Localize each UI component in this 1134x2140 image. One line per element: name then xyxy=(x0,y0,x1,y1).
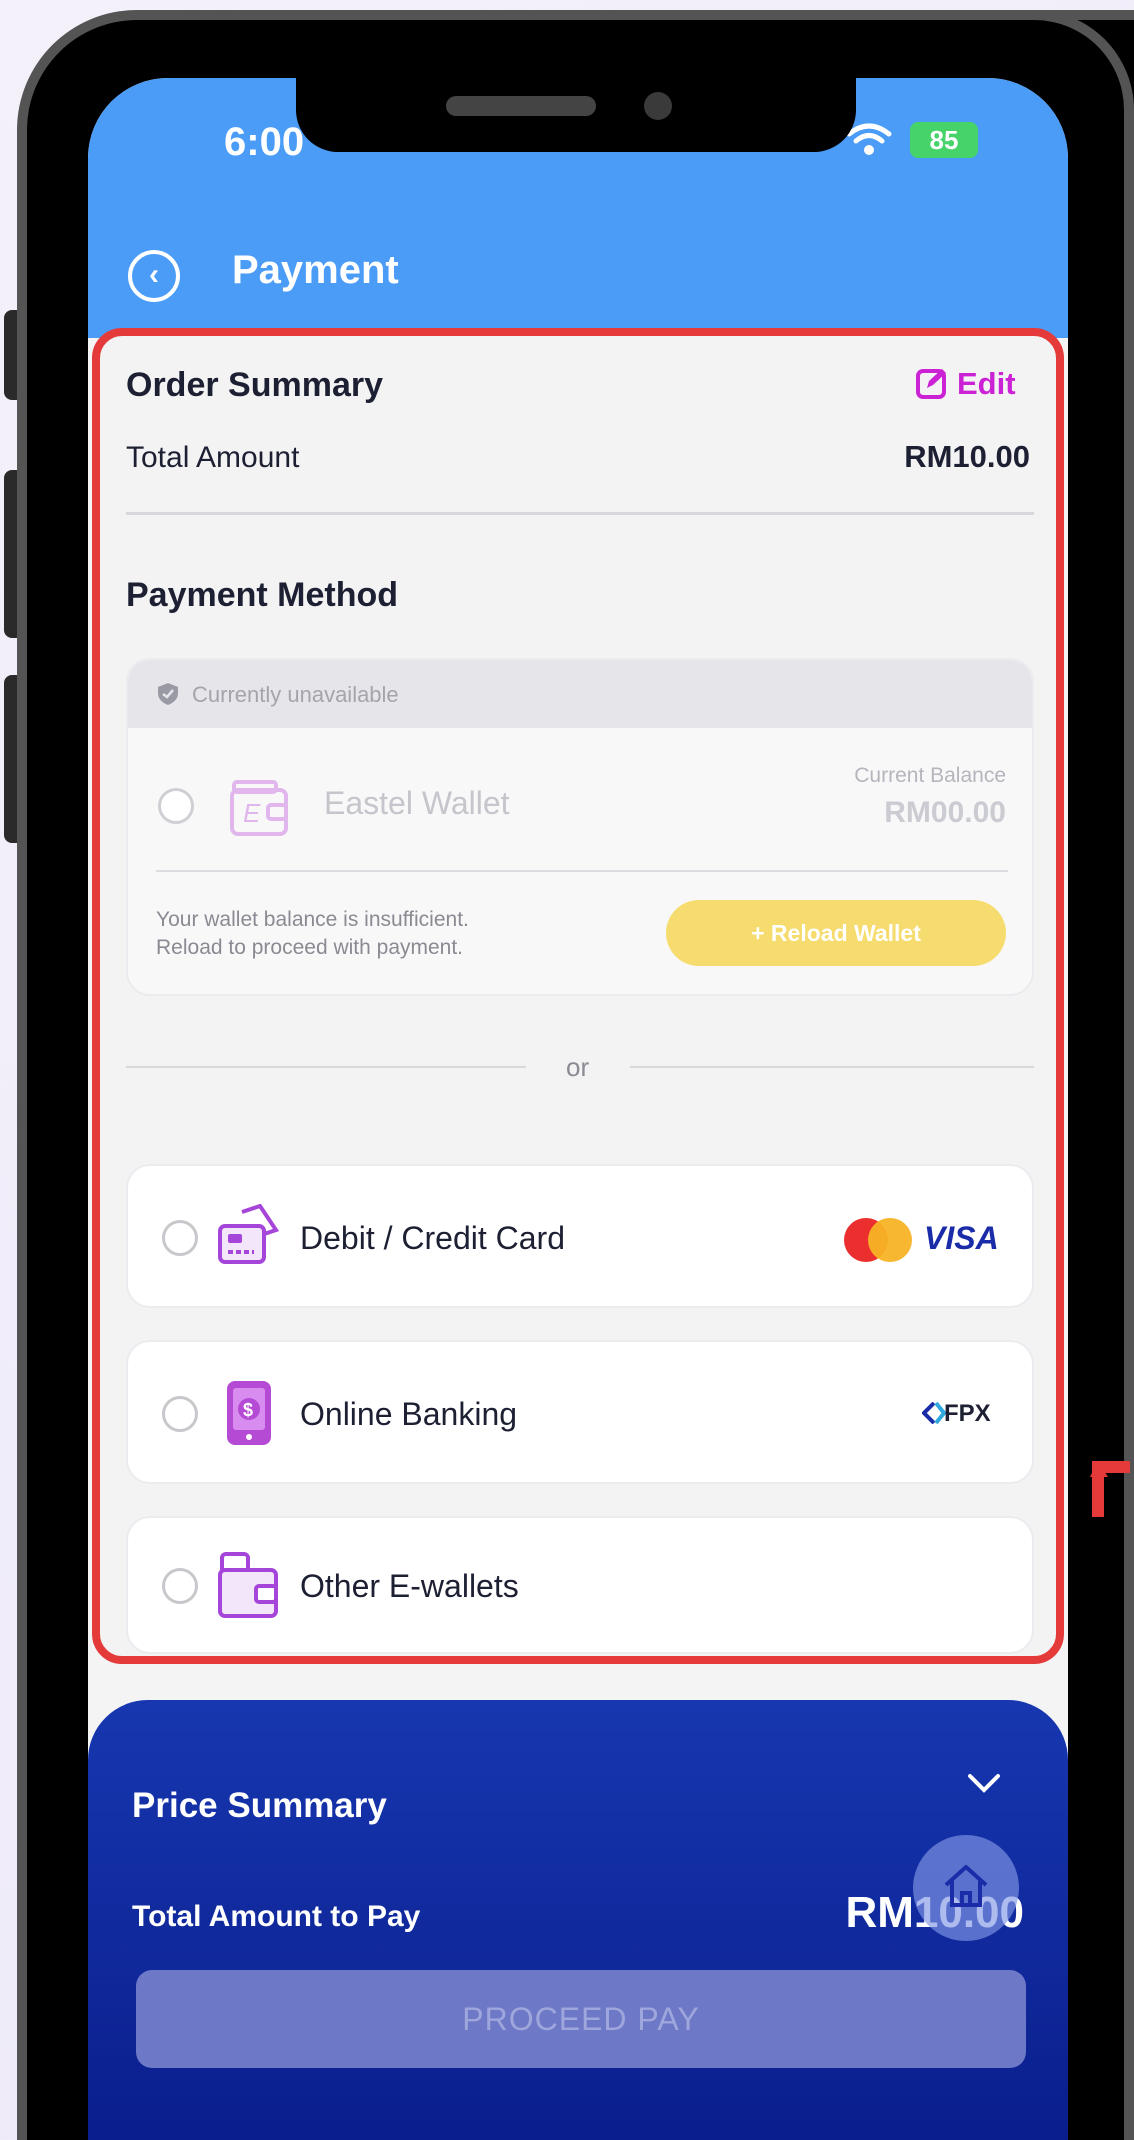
visa-logo: VISA xyxy=(924,1220,999,1256)
app-screen: 6:00 ... 85 ‹ Payment Order Summary Edit… xyxy=(88,78,1068,2140)
edit-icon xyxy=(916,369,946,399)
svg-text:$: $ xyxy=(243,1400,253,1420)
proceed-pay-button[interactable]: PROCEED PAY xyxy=(136,1970,1026,2068)
price-summary-panel: Price Summary Total Amount to Pay RM10.0… xyxy=(88,1700,1068,2140)
wallet-name: Eastel Wallet xyxy=(324,785,510,821)
insufficient-line-1: Your wallet balance is insufficient. xyxy=(156,908,469,931)
wallet-balance-label: Current Balance xyxy=(854,764,1006,787)
total-amount-label: Total Amount xyxy=(126,441,300,474)
payment-option-card[interactable]: Debit / Credit Card VISA xyxy=(126,1164,1034,1308)
total-amount-value: RM10.00 xyxy=(904,439,1030,474)
or-divider-right xyxy=(630,1066,1034,1068)
insufficient-line-2: Reload to proceed with payment. xyxy=(156,936,464,959)
payment-option-card[interactable]: Other E-wallets xyxy=(126,1516,1034,1654)
mobile-banking-icon: $ xyxy=(227,1381,271,1445)
shield-icon xyxy=(158,683,178,705)
front-camera xyxy=(644,92,672,120)
svg-text:E: E xyxy=(243,798,261,828)
highlight-frame: Order Summary Edit Total Amount RM10.00 … xyxy=(92,328,1064,1664)
banking-radio[interactable] xyxy=(162,1396,198,1432)
price-summary-heading: Price Summary xyxy=(132,1786,387,1825)
or-divider-text: or xyxy=(566,1052,590,1082)
summary-divider xyxy=(126,512,1034,515)
banking-label: Online Banking xyxy=(300,1396,518,1432)
annotation-arrow-icon xyxy=(1090,1461,1130,1517)
wallet-balance-value: RM00.00 xyxy=(884,796,1006,829)
unavailable-label: Currently unavailable xyxy=(192,682,399,707)
payment-option-card[interactable]: $ Online Banking FPX xyxy=(126,1340,1034,1484)
card-icon xyxy=(218,1204,280,1264)
payment-method-heading: Payment Method xyxy=(126,576,399,614)
order-summary-heading: Order Summary xyxy=(126,366,383,404)
or-divider-left xyxy=(126,1066,526,1068)
chevron-down-icon[interactable] xyxy=(966,1772,1002,1796)
home-floating-button[interactable] xyxy=(913,1835,1019,1941)
home-icon xyxy=(944,1865,988,1907)
edit-label: Edit xyxy=(957,366,1016,401)
speaker-grille xyxy=(446,96,596,116)
ewallet-radio[interactable] xyxy=(162,1568,198,1604)
back-button[interactable]: ‹ xyxy=(128,250,180,302)
reload-wallet-button[interactable]: + Reload Wallet xyxy=(666,900,1006,966)
fpx-icon xyxy=(922,1402,946,1424)
battery-indicator: 85 xyxy=(910,122,978,158)
wallet-divider xyxy=(156,870,1008,872)
phone-notch xyxy=(296,78,856,152)
fpx-logo: FPX xyxy=(944,1400,991,1427)
page-title: Payment xyxy=(232,248,399,292)
mastercard-icon xyxy=(844,1218,912,1262)
card-label: Debit / Credit Card xyxy=(300,1220,565,1256)
wallet-radio[interactable] xyxy=(158,788,194,824)
card-radio[interactable] xyxy=(162,1220,198,1256)
unavailable-banner: Currently unavailable xyxy=(128,660,1032,728)
status-time: 6:00 xyxy=(224,120,305,164)
ewallet-icon xyxy=(218,1552,278,1618)
wallet-icon: E xyxy=(230,780,288,836)
total-to-pay-label: Total Amount to Pay xyxy=(132,1900,421,1933)
ewallet-label: Other E-wallets xyxy=(300,1568,519,1604)
wifi-icon xyxy=(846,123,892,155)
wallet-card: Currently unavailable E Eastel Wallet Cu… xyxy=(126,658,1034,996)
